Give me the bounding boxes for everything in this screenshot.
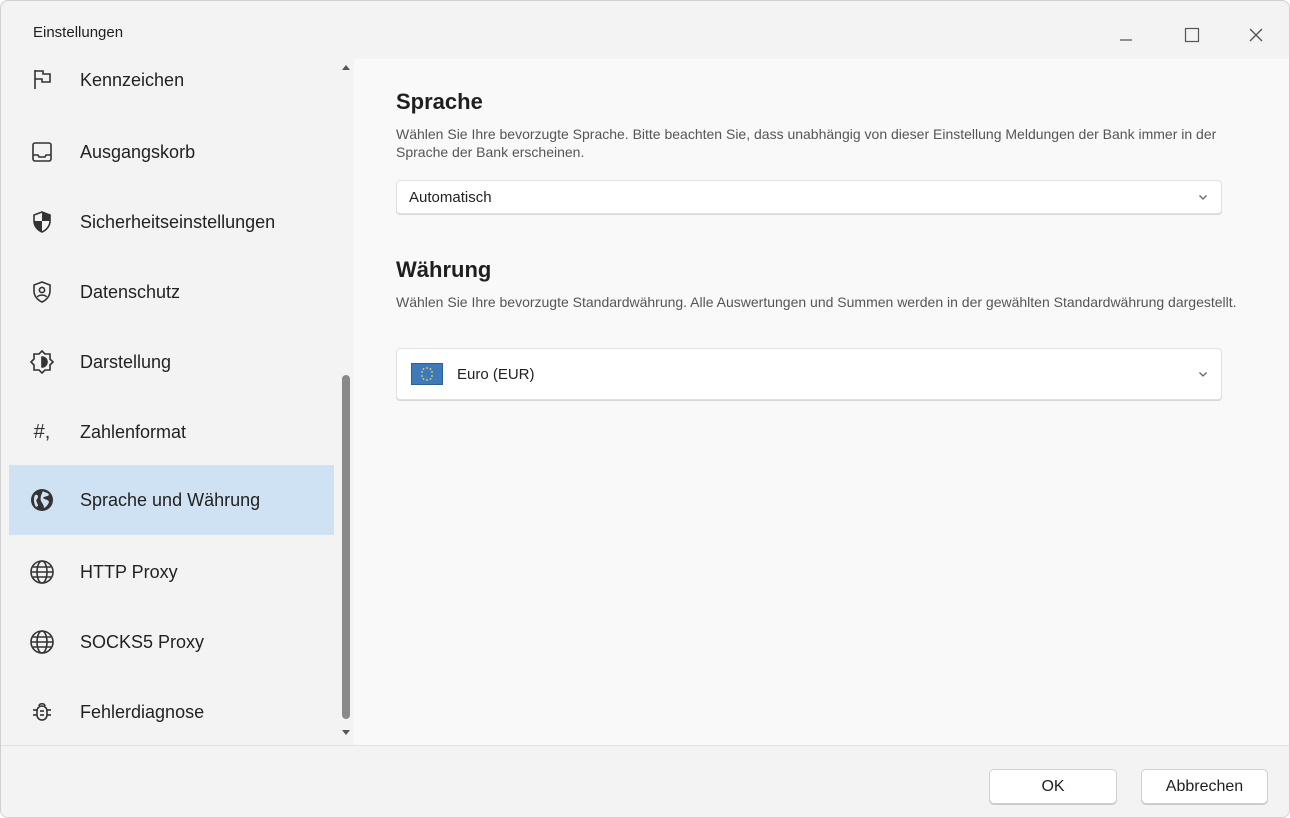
close-button[interactable] bbox=[1233, 15, 1279, 55]
sidebar-item-darstellung[interactable]: Darstellung bbox=[9, 327, 334, 397]
minimize-icon bbox=[1120, 39, 1132, 41]
sidebar-item-label: Sprache und Währung bbox=[80, 489, 261, 510]
sidebar-item-label: Sicherheitseinstellungen bbox=[80, 211, 276, 232]
bug-icon bbox=[27, 697, 57, 727]
sidebar-item-zahlenformat[interactable]: #, Zahlenformat bbox=[9, 397, 334, 467]
language-select[interactable]: Automatisch bbox=[396, 180, 1222, 214]
number-format-icon: #, bbox=[33, 420, 51, 443]
cancel-button[interactable]: Abbrechen bbox=[1141, 769, 1268, 804]
eu-flag-icon bbox=[411, 363, 443, 385]
window-title: Einstellungen bbox=[33, 24, 124, 41]
sidebar-item-datenschutz[interactable]: Datenschutz bbox=[9, 257, 334, 327]
maximize-icon bbox=[1184, 27, 1200, 43]
scroll-down-arrow-icon[interactable] bbox=[342, 730, 350, 735]
sidebar-item-label: SOCKS5 Proxy bbox=[80, 631, 205, 652]
ok-button[interactable]: OK bbox=[989, 769, 1117, 804]
outbox-icon bbox=[27, 137, 57, 167]
flag-icon bbox=[27, 64, 57, 94]
language-select-value: Automatisch bbox=[409, 188, 492, 206]
sidebar-item-label: Zahlenformat bbox=[80, 421, 187, 442]
sidebar-item-ausgangskorb[interactable]: Ausgangskorb bbox=[9, 117, 334, 187]
privacy-shield-icon bbox=[27, 277, 57, 307]
language-section-title: Sprache bbox=[396, 89, 483, 114]
sidebar-item-label: Kennzeichen bbox=[80, 70, 185, 90]
currency-select-value: Euro (EUR) bbox=[457, 365, 535, 383]
maximize-button[interactable] bbox=[1169, 15, 1215, 55]
sidebar-item-label: Darstellung bbox=[80, 351, 172, 372]
sidebar-scrollbar[interactable] bbox=[338, 59, 354, 745]
sidebar-item-http-proxy[interactable]: HTTP Proxy bbox=[9, 537, 334, 607]
globe-filled-icon bbox=[27, 485, 57, 515]
minimize-button[interactable] bbox=[1103, 15, 1149, 55]
dialog-footer: OK Abbrechen bbox=[1, 745, 1289, 817]
sidebar-item-label: Fehlerdiagnose bbox=[80, 701, 205, 722]
chevron-down-icon bbox=[1199, 372, 1207, 377]
language-description: Wählen Sie Ihre bevorzugte Sprache. Bitt… bbox=[396, 126, 1217, 160]
chevron-down-icon bbox=[1199, 195, 1207, 200]
scroll-up-arrow-icon[interactable] bbox=[342, 65, 350, 70]
sidebar-item-fehlerdiagnose[interactable]: Fehlerdiagnose bbox=[9, 677, 334, 747]
scroll-thumb[interactable] bbox=[342, 375, 350, 719]
settings-content: Sprache Wählen Sie Ihre bevorzugte Sprac… bbox=[354, 59, 1289, 745]
sidebar-item-sprache-und-waehrung[interactable]: Sprache und Währung bbox=[9, 465, 334, 535]
close-icon bbox=[1249, 28, 1263, 42]
currency-section-title: Währung bbox=[396, 257, 492, 282]
settings-window: Einstellungen Kennzeichen Ausgangskorb S… bbox=[0, 0, 1290, 818]
sidebar-item-label: Ausgangskorb bbox=[80, 141, 196, 162]
globe-icon bbox=[27, 627, 57, 657]
currency-select[interactable]: Euro (EUR) bbox=[396, 348, 1222, 400]
currency-description: Wählen Sie Ihre bevorzugte Standardwähru… bbox=[396, 294, 1237, 310]
globe-icon bbox=[27, 557, 57, 587]
title-bar: Einstellungen bbox=[1, 1, 1289, 59]
brightness-icon bbox=[27, 347, 57, 377]
shield-icon bbox=[27, 207, 57, 237]
sidebar-item-socks5-proxy[interactable]: SOCKS5 Proxy bbox=[9, 607, 334, 677]
sidebar-item-label: HTTP Proxy bbox=[80, 561, 178, 582]
sidebar-item-label: Datenschutz bbox=[80, 281, 181, 302]
sidebar-item-sicherheitseinstellungen[interactable]: Sicherheitseinstellungen bbox=[9, 187, 334, 257]
settings-sidebar: Kennzeichen Ausgangskorb Sicherheitseins… bbox=[1, 59, 334, 745]
